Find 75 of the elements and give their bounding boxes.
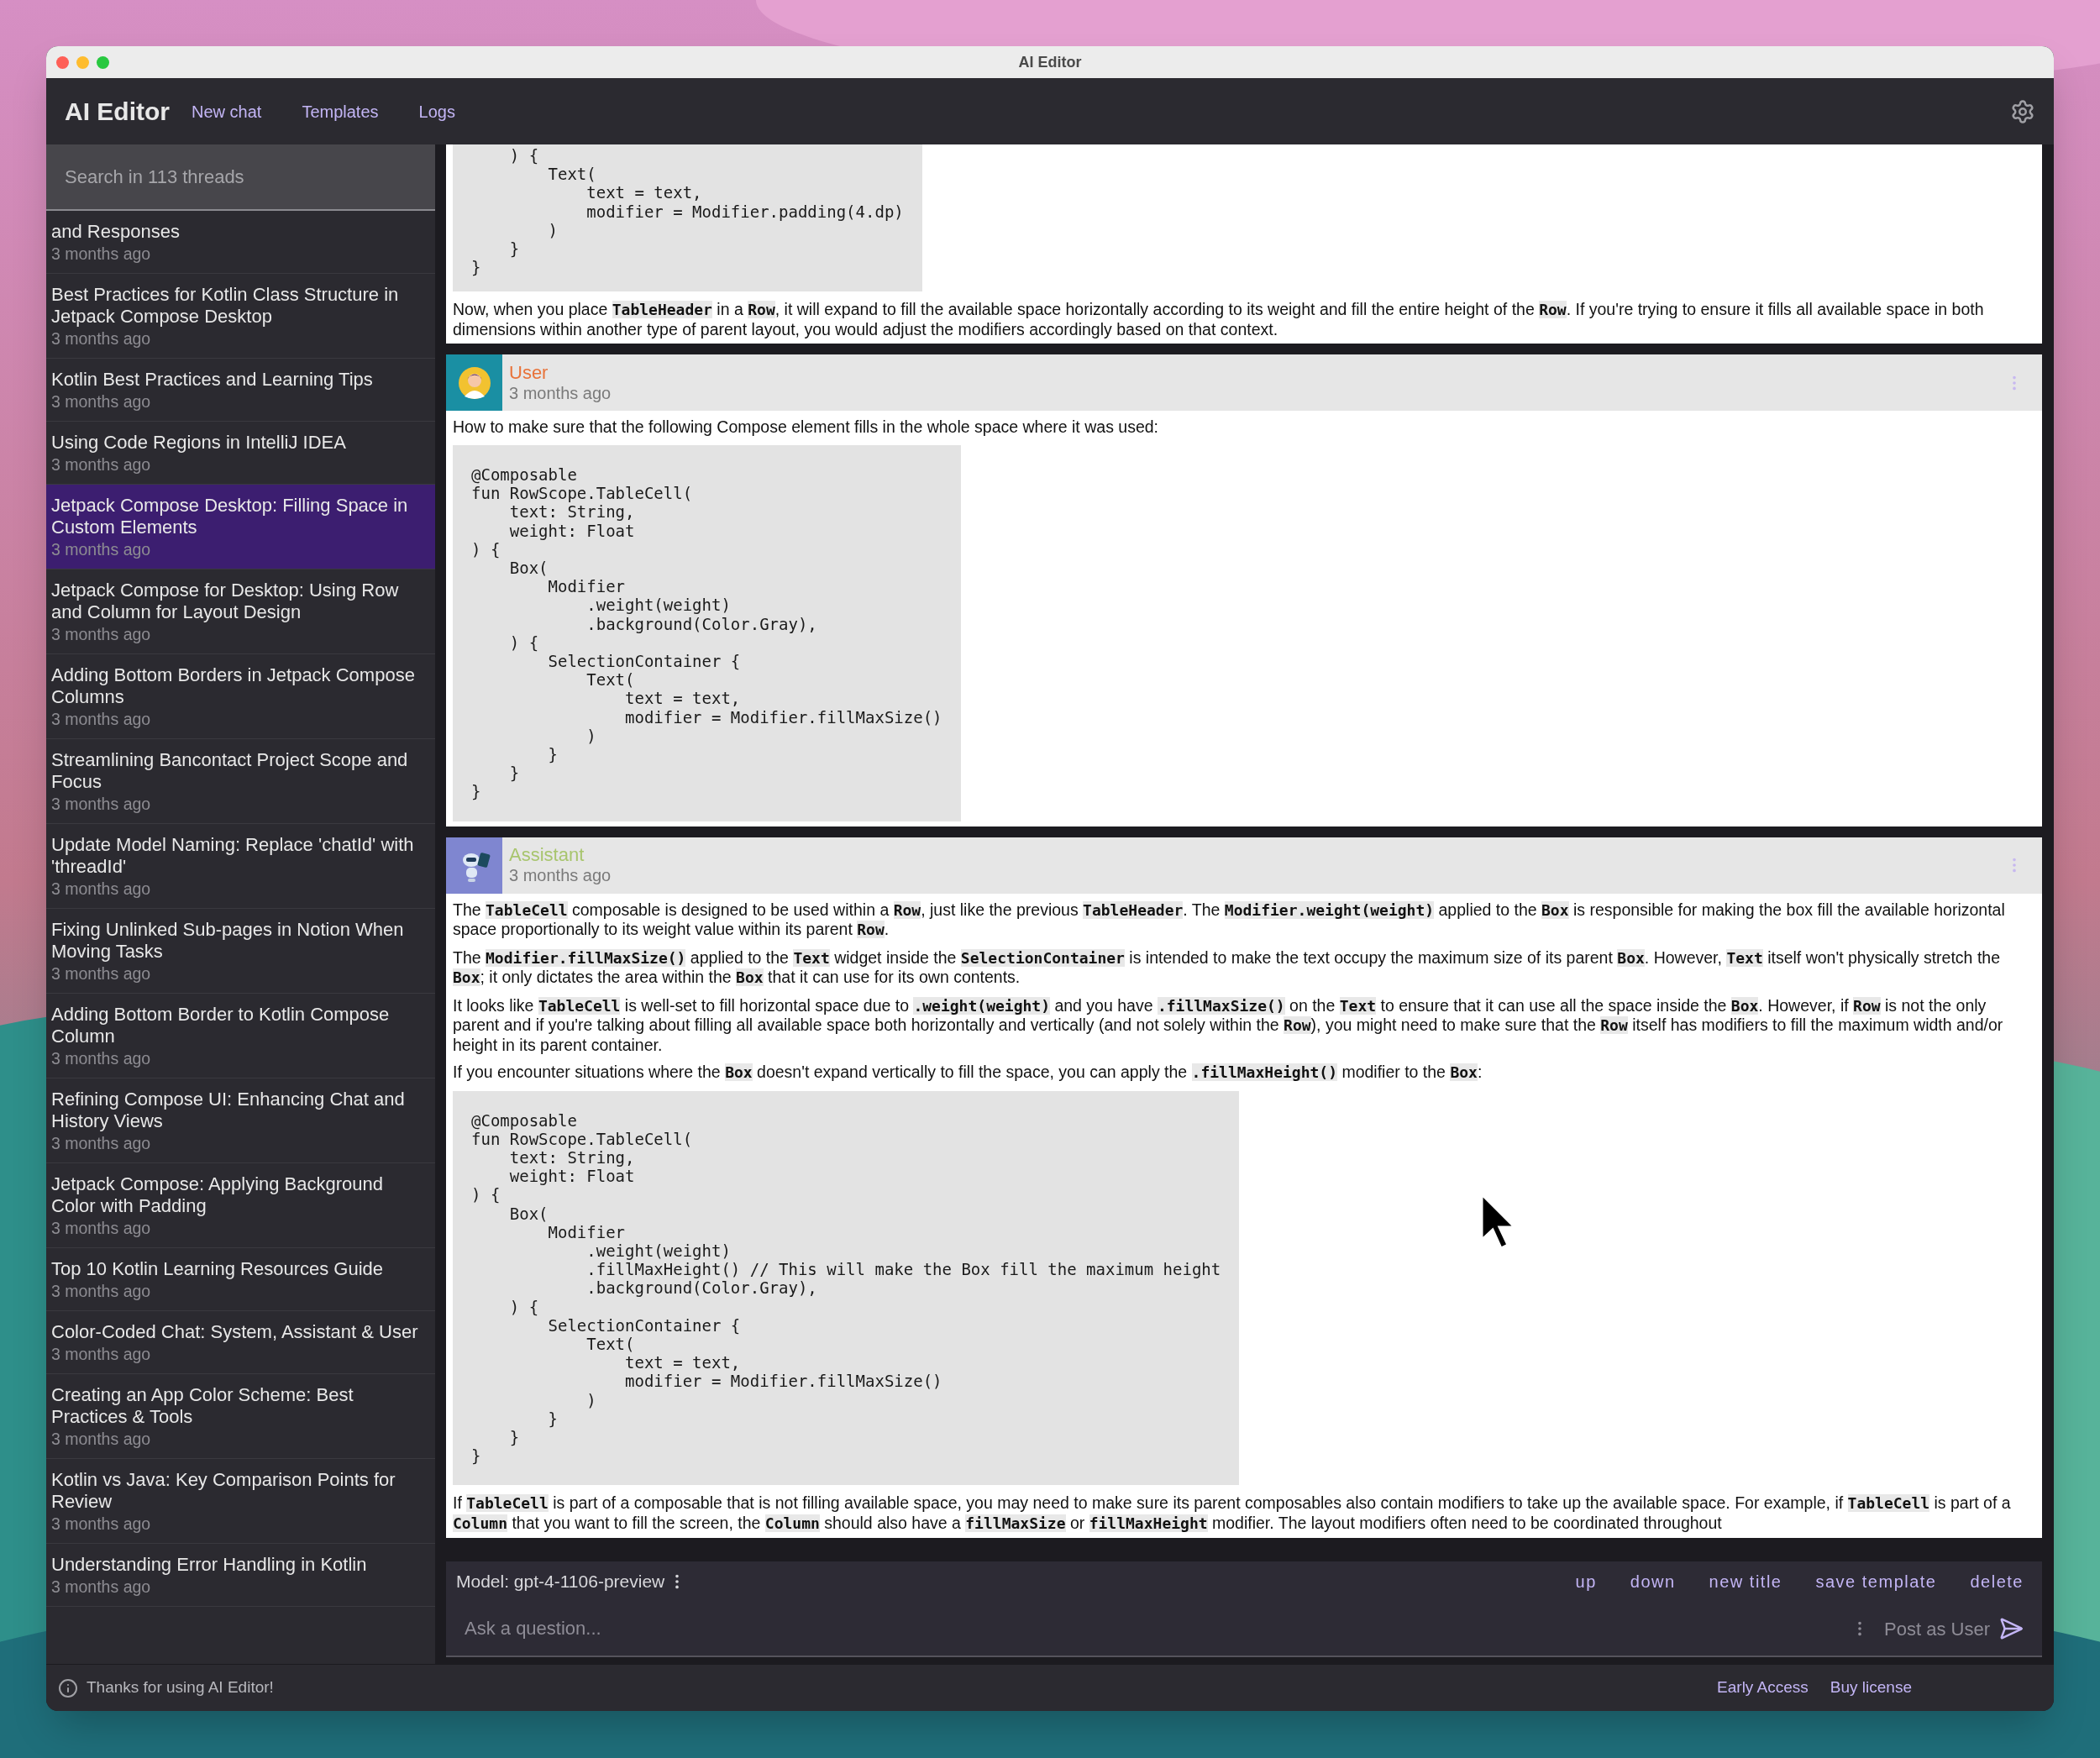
thread-time: 3 months ago <box>51 1577 152 1598</box>
thread-time: 3 months ago <box>51 1048 152 1069</box>
thread-title: Kotlin vs Java: Key Comparison Points for Review <box>51 1469 396 1513</box>
thread-time: 3 months ago <box>51 391 152 412</box>
action-button[interactable]: delete <box>1970 1569 2024 1594</box>
thread-title: and Responses <box>51 221 181 243</box>
message-time: 3 months ago <box>509 865 612 886</box>
thread-time: 3 months ago <box>51 539 152 560</box>
thread-time: 3 months ago <box>51 624 152 645</box>
thread-title: Jetpack Compose Desktop: Filling Space in Custom Elements <box>51 495 409 538</box>
thread-title: Using Code Regions in IntelliJ IDEA <box>51 432 347 454</box>
status-message: Thanks for using AI Editor! <box>87 1677 274 1698</box>
message-paragraph: The Modifier.fillMaxSize() applied to the Text widget inside the SelectionContainer is intended to make the text occupy the maximum size of its parent Box. However, Text itself won't physically stretch the Box; it only dictates the area within the Box that it can use for its own contents. <box>453 947 2001 988</box>
thread-title: Understanding Error Handling in Kotlin <box>51 1554 368 1576</box>
thread-time: 3 months ago <box>51 963 152 984</box>
nav-link[interactable]: Logs <box>418 98 455 124</box>
minimize-icon[interactable] <box>76 56 89 69</box>
thread-time: 3 months ago <box>51 244 152 265</box>
message-paragraph: If TableCell is part of a composable that is not filling available space, you may need to make sure its parent composables also contain modifiers to take up the available space. For example, if TableCell is part of a Column that you want to fill the screen, the Column should also have a fillMaxSize or fillMaxHeight modifier. The layout modifiers often need to be coordinated throughout <box>453 1493 2012 1534</box>
thread-title: Creating an App Color Scheme: Best Practices & Tools <box>51 1384 354 1428</box>
code-block: @Composable fun RowScope.TableCell( text: String, weight: Float ) { Box( Modifier .weight(weight) .fillMaxHeight() // This will make the Box fill the maximum height .background(Color.Gray), ) { SelectionContainer { Text( text = text, modifier = Modifier.fillMaxSize() ) } } } <box>453 1090 1240 1486</box>
thread-title: Color-Coded Chat: System, Assistant & User <box>51 1321 419 1343</box>
thread-title: Update Model Naming: Replace 'chatId' with 'threadId' <box>51 834 415 878</box>
thread-time: 3 months ago <box>51 454 152 475</box>
info-icon <box>58 1677 78 1698</box>
status-link[interactable]: Buy license <box>1830 1676 1912 1700</box>
action-button[interactable]: new title <box>1709 1569 1782 1594</box>
thread-time: 3 months ago <box>51 1218 152 1239</box>
thread-title: Best Practices for Kotlin Class Structure in Jetpack Compose Desktop <box>51 284 400 328</box>
nav-link[interactable]: New chat <box>192 98 262 124</box>
send-icon <box>1998 1616 2024 1641</box>
code-block: @Composable fun RowScope.TableCell( text: String, weight: Float ) { Box( Modifier .weight(weight) .background(Color.Gray), ) { SelectionContainer { Text( text = text, modifier = Modifier.fillMaxSize() ) } } } <box>453 444 961 821</box>
close-icon[interactable] <box>56 56 69 69</box>
thread-title: Jetpack Compose: Applying Background Color with Padding <box>51 1173 384 1217</box>
thread-time: 3 months ago <box>51 709 152 730</box>
thread-title: Adding Bottom Border to Kotlin Compose Column <box>51 1004 391 1047</box>
thread-time: 3 months ago <box>51 328 152 349</box>
thread-time: 3 months ago <box>51 879 152 900</box>
action-button[interactable]: up <box>1575 1569 1597 1594</box>
app-title: AI Editor <box>65 97 170 127</box>
author-name: User <box>509 362 549 383</box>
action-button[interactable]: save template <box>1815 1569 1937 1594</box>
action-button[interactable]: down <box>1630 1569 1676 1594</box>
message-paragraph: How to make sure that the following Compose element fills in the whole space where it was used: <box>453 417 1159 437</box>
post-button[interactable]: Post as User <box>1884 1614 2024 1643</box>
thread-title: Fixing Unlinked Sub-pages in Notion When Moving Tasks <box>51 919 405 963</box>
search-field[interactable]: Search in 113 threads <box>46 144 435 211</box>
model-label[interactable]: Model: gpt-4-1106-preview <box>456 1568 665 1595</box>
thread-time: 3 months ago <box>51 794 152 815</box>
settings-icon[interactable] <box>2010 98 2035 124</box>
thread-time: 3 months ago <box>51 1429 152 1450</box>
user-avatar <box>457 365 491 400</box>
thread-title: Kotlin Best Practices and Learning Tips <box>51 369 374 391</box>
thread-item[interactable]: Jetpack Compose Desktop: Filling Space in Custom Elements 3 months ago <box>46 485 435 569</box>
thread-title: Top 10 Kotlin Learning Resources Guide <box>51 1258 385 1280</box>
message-paragraph: Now, when you place TableHeader in a Row, it will expand to fill the available space horizontally according to its weight and fill the entire height of the Row. If you're trying to ensure it fills all available space in both dimensions within another type of parent layout, you would adjust the modifiers accordingly based on that context. <box>453 300 1985 339</box>
message-time: 3 months ago <box>509 382 612 403</box>
author-name: Assistant <box>509 845 585 866</box>
thread-time: 3 months ago <box>51 1281 152 1302</box>
thread-time: 3 months ago <box>51 1514 152 1535</box>
status-link[interactable]: Early Access <box>1717 1676 1809 1700</box>
thread-title: Jetpack Compose for Desktop: Using Row and Column for Layout Design <box>51 580 400 623</box>
message-paragraph: The TableCell composable is designed to be used within a Row, just like the previous TableHeader. The Modifier.weight(weight) applied to the Box is responsible for making the box fill the available horizontal space proportionally to its weight value within its parent Row. <box>453 900 2006 940</box>
question-field[interactable]: Ask a question... <box>446 1602 1851 1656</box>
thread-title: Streamlining Bancontact Project Scope and Focus <box>51 749 409 793</box>
message-paragraph: If you encounter situations where the Box doesn't expand vertically to fill the space, you can apply the .fillMaxHeight() modifier to the Box: <box>453 1063 1483 1083</box>
window-title: AI Editor <box>1018 52 1082 72</box>
thread-title: Refining Compose UI: Enhancing Chat and History Views <box>51 1089 406 1132</box>
nav-link[interactable]: Templates <box>302 98 379 124</box>
maximize-icon[interactable] <box>97 56 109 69</box>
message-paragraph: It looks like TableCell is well-set to fill horizontal space due to .weight(weight) and you have .fillMaxSize() on the Text to ensure that it can use all the space inside the Box. However, if Row is not the only parent and if you're talking about filling all available space both horizontally and vertically (and not solely within the Row), you might need to make sure that the Row itself has modifiers to fill the maximum width and/or height in its parent container. <box>453 995 2004 1055</box>
thread-time: 3 months ago <box>51 1133 152 1154</box>
thread-title: Adding Bottom Borders in Jetpack Compose Columns <box>51 664 416 708</box>
thread-time: 3 months ago <box>51 1344 152 1365</box>
code-block: ) { Text( text = text, modifier = Modifier.padding(4.dp) ) } } <box>453 144 922 292</box>
